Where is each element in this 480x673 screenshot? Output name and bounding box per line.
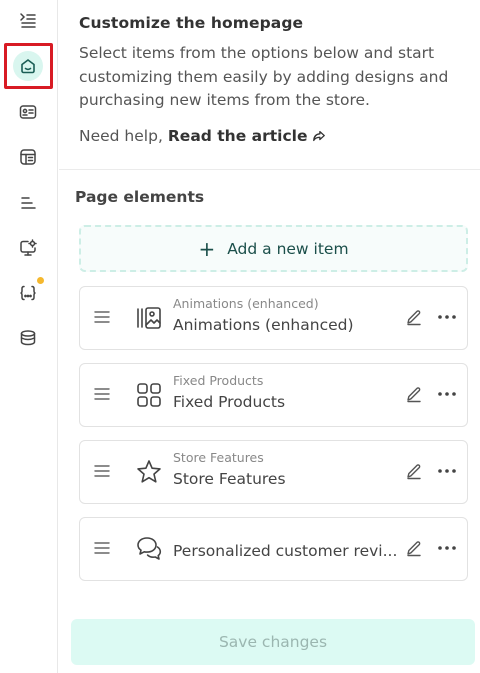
drag-handle-icon[interactable] (94, 386, 110, 402)
more-options-icon[interactable] (437, 385, 457, 403)
drag-handle-icon[interactable] (94, 463, 110, 479)
page-element-item[interactable]: Personalized customer revi... (79, 517, 468, 581)
item-title: Animations (enhanced) (173, 316, 354, 334)
edit-pencil-icon[interactable] (405, 308, 423, 326)
align-lines-icon (21, 197, 36, 209)
edit-pencil-icon[interactable] (405, 462, 423, 480)
more-options-icon[interactable] (437, 462, 457, 480)
page-element-item[interactable]: Fixed Products Fixed Products (79, 363, 468, 427)
help-line: Need help, Read the article (79, 127, 460, 145)
text-nav-button[interactable] (9, 184, 47, 222)
save-changes-button[interactable]: Save changes (71, 619, 475, 665)
layout-icon (20, 149, 36, 165)
item-texts: Store Features Store Features (173, 450, 286, 490)
help-prefix: Need help, (79, 126, 163, 145)
add-new-item-button[interactable]: + Add a new item (79, 225, 468, 272)
home-icon (21, 59, 35, 74)
item-texts: Personalized customer revi... (173, 538, 397, 562)
add-new-item-label: Add a new item (227, 239, 349, 258)
notification-dot (37, 277, 44, 284)
chat-bubbles-icon (137, 537, 162, 560)
home-nav-highlight (13, 51, 43, 81)
page-description: Select items from the options below and … (79, 44, 449, 109)
collapse-menu-icon (20, 13, 36, 28)
intro-section: Customize the homepage Select items from… (59, 0, 480, 145)
code-nav-button[interactable] (9, 274, 47, 312)
item-texts: Animations (enhanced) Animations (enhanc… (173, 296, 354, 336)
read-article-link[interactable]: Read the article (168, 127, 308, 145)
cards-nav-button[interactable] (9, 93, 47, 131)
share-arrow-icon (313, 130, 326, 141)
edit-pencil-icon[interactable] (405, 539, 423, 557)
layout-nav-button[interactable] (9, 138, 47, 176)
item-texts: Fixed Products Fixed Products (173, 373, 285, 413)
display-settings-nav-button[interactable] (9, 229, 47, 267)
code-braces-icon (20, 285, 36, 301)
left-rail (0, 0, 58, 673)
item-title: Fixed Products (173, 393, 286, 411)
id-card-icon (19, 105, 37, 119)
gallery-icon (137, 307, 161, 329)
main-panel: Customize the homepage Select items from… (59, 0, 480, 673)
home-nav-button[interactable] (9, 47, 47, 85)
item-subtitle: Fixed Products (173, 373, 264, 388)
plus-icon: + (198, 236, 216, 261)
drag-handle-icon[interactable] (94, 540, 110, 556)
item-title: Personalized customer revi... (173, 542, 398, 560)
app-root: Customize the homepage Select items from… (0, 0, 480, 673)
drag-handle-icon[interactable] (94, 309, 110, 325)
page-elements-title: Page elements (75, 188, 205, 206)
page-element-item[interactable]: Store Features Store Features (79, 440, 468, 504)
item-title: Store Features (173, 470, 286, 488)
item-subtitle: Animations (enhanced) (173, 296, 319, 311)
page-title: Customize the homepage (79, 14, 304, 32)
section-divider (59, 169, 480, 170)
star-icon (137, 460, 161, 483)
settings-monitor-icon (20, 239, 37, 256)
storage-nav-button[interactable] (9, 319, 47, 357)
grid-squares-icon (137, 383, 161, 407)
more-options-icon[interactable] (437, 539, 457, 557)
database-box-icon (20, 330, 36, 346)
edit-pencil-icon[interactable] (405, 385, 423, 403)
item-subtitle: Store Features (173, 450, 264, 465)
more-options-icon[interactable] (437, 308, 457, 326)
page-element-item[interactable]: Animations (enhanced) Animations (enhanc… (79, 286, 468, 350)
collapse-menu-button[interactable] (9, 2, 47, 40)
